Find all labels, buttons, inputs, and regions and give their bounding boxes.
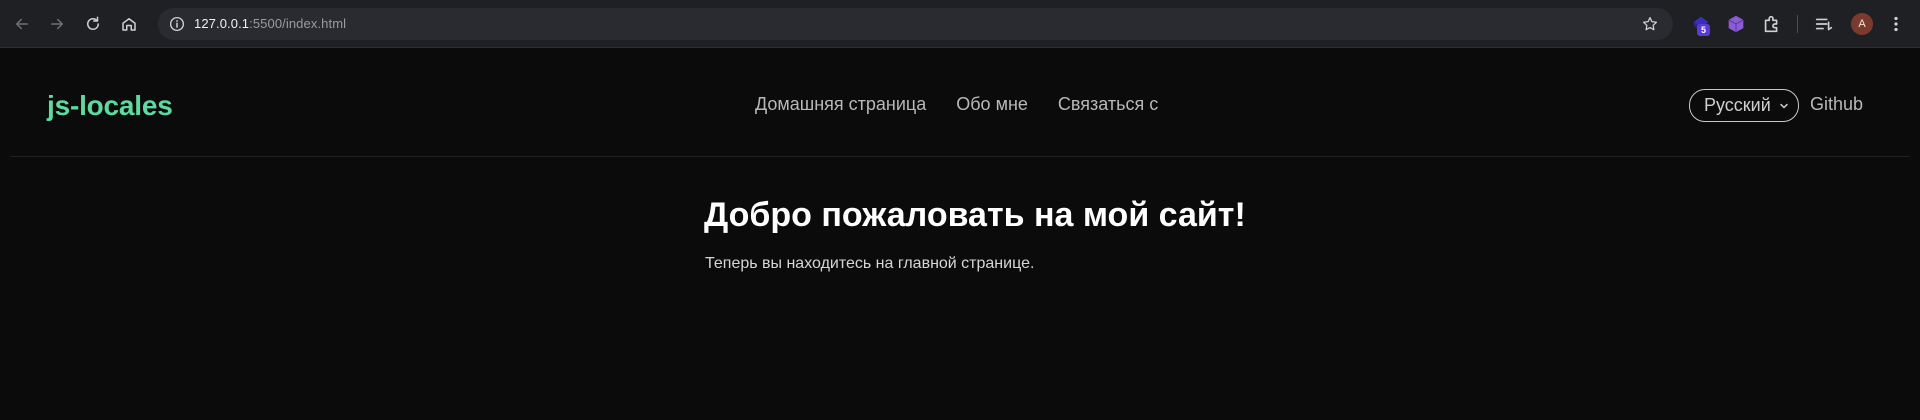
forward-button[interactable] (44, 11, 70, 37)
home-button[interactable] (116, 11, 142, 37)
reading-list-icon[interactable] (1813, 13, 1835, 35)
home-icon (122, 18, 136, 31)
profile-avatar[interactable]: A (1851, 13, 1873, 35)
info-icon[interactable] (168, 15, 186, 33)
puzzle-icon[interactable] (1761, 13, 1783, 35)
language-select[interactable]: Русский (1689, 89, 1799, 122)
page-title: Добро пожаловать на мой сайт! (704, 196, 1246, 234)
url-path: :5500/index.html (249, 16, 347, 31)
star-icon[interactable] (1641, 15, 1659, 33)
nav-link-home[interactable]: Домашняя страница (755, 94, 926, 115)
reload-button[interactable] (80, 11, 106, 37)
site-logo[interactable]: js-locales (47, 90, 173, 122)
extension-badge: 5 (1697, 24, 1710, 36)
url-text[interactable]: 127.0.0.1:5500/index.html (194, 16, 346, 31)
chevron-down-icon (1780, 103, 1788, 109)
reload-icon (87, 16, 99, 30)
main-nav: Домашняя страница Обо мне Связаться с (755, 94, 1158, 115)
github-link[interactable]: Github (1810, 94, 1863, 115)
address-bar[interactable]: 127.0.0.1:5500/index.html (158, 8, 1673, 40)
nav-link-about[interactable]: Обо мне (956, 94, 1028, 115)
browser-toolbar: 127.0.0.1:5500/index.html 5 A (0, 0, 1920, 48)
nav-link-contact[interactable]: Связаться с (1058, 94, 1158, 115)
back-button[interactable] (9, 11, 35, 37)
arrow-left-icon (16, 18, 28, 30)
cube-extension-icon[interactable] (1725, 13, 1747, 35)
url-host: 127.0.0.1 (194, 16, 250, 31)
arrow-right-icon (51, 18, 63, 30)
toolbar-divider (1797, 15, 1798, 33)
language-select-value: Русский (1704, 95, 1771, 115)
page-description: Теперь вы находитесь на главной странице… (705, 255, 1035, 272)
kebab-menu-icon[interactable] (1885, 13, 1907, 35)
